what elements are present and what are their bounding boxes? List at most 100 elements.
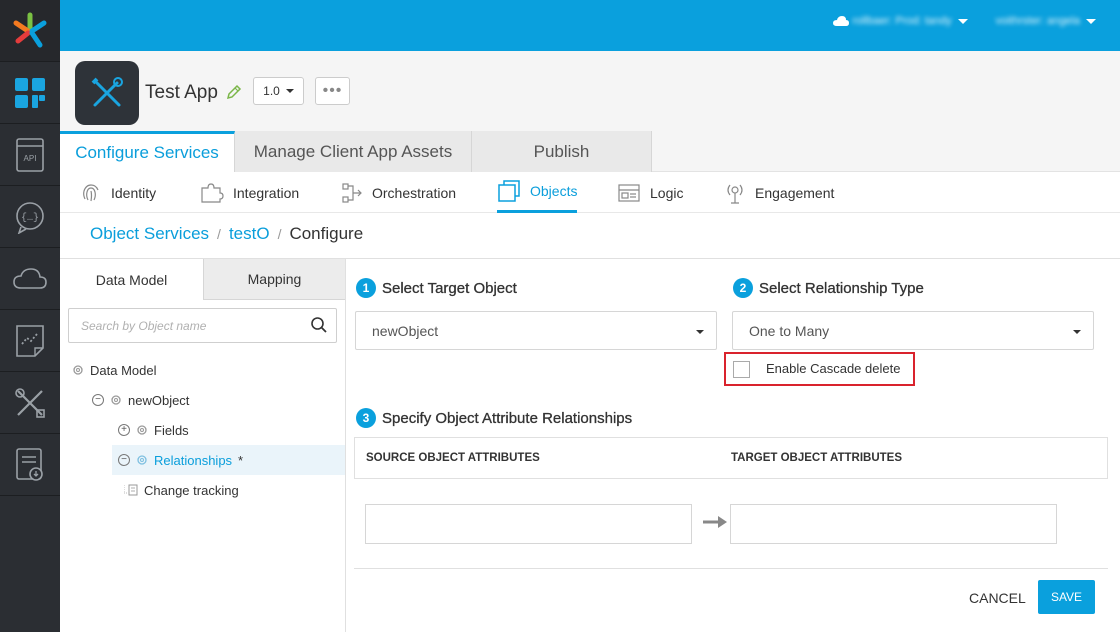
target-attributes-header: TARGET OBJECT ATTRIBUTES xyxy=(731,452,903,464)
subtab-integration[interactable]: Integration xyxy=(200,172,299,213)
step-label: Select Relationship Type xyxy=(759,279,924,297)
tab-manage-client-app-assets[interactable]: Manage Client App Assets xyxy=(235,131,472,172)
cloud-small-icon xyxy=(832,15,849,26)
subtab-logic[interactable]: Logic xyxy=(617,172,683,213)
breadcrumb: Object Services / testO / Configure xyxy=(90,224,363,244)
tree-relationships[interactable]: − Relationships * xyxy=(112,445,345,475)
gear-icon xyxy=(111,395,121,405)
target-attribute-field[interactable] xyxy=(730,504,1057,544)
main-tabs: Configure Services Manage Client App Ass… xyxy=(60,131,1120,172)
tree-label: Data Model xyxy=(90,362,157,378)
chevron-down-icon xyxy=(696,330,704,334)
tab-data-model[interactable]: Data Model xyxy=(60,259,203,300)
tab-label: Data Model xyxy=(95,271,168,288)
tools-icon xyxy=(15,387,45,418)
unsaved-marker: * xyxy=(238,452,244,468)
subtab-label: Orchestration xyxy=(372,184,457,201)
service-subtabs: Identity Integration Orchestration Objec… xyxy=(60,172,1120,213)
dashboard-icon xyxy=(15,77,45,108)
rail-analytics[interactable] xyxy=(0,310,60,372)
data-model-panel: Data Model Mapping Data Model − newObjec… xyxy=(60,258,346,632)
api-icon: API xyxy=(16,137,44,172)
rail-integration[interactable]: {…} xyxy=(0,186,60,248)
account-menu[interactable]: rollbaer: Prod: tandy xyxy=(832,15,968,27)
breadcrumb-service[interactable]: testO xyxy=(229,224,270,244)
subtab-label: Logic xyxy=(650,184,684,201)
subtab-identity[interactable]: Identity xyxy=(80,172,156,213)
top-bar: rollbaer: Prod: tandy voithrster: angela xyxy=(60,0,1120,51)
user-menu[interactable]: voithrster: angela xyxy=(996,15,1096,27)
cancel-button[interactable]: CANCEL xyxy=(962,585,1033,611)
user-name: voithrster: angela xyxy=(995,15,1080,27)
tree-data-model[interactable]: Data Model xyxy=(72,355,156,385)
fingerprint-icon xyxy=(83,183,99,201)
report-icon xyxy=(16,447,43,481)
save-button[interactable]: SAVE xyxy=(1038,580,1095,614)
subtab-objects[interactable]: Objects xyxy=(497,172,578,213)
collapse-icon[interactable]: − xyxy=(92,394,104,406)
breadcrumb-current: Configure xyxy=(289,224,364,243)
app-header: Test App 1.0 ••• xyxy=(60,51,1120,131)
tab-configure-services[interactable]: Configure Services xyxy=(60,131,235,172)
step-number: 1 xyxy=(356,278,376,298)
orchestration-icon xyxy=(342,182,362,203)
app-icon xyxy=(75,61,139,125)
tree-newobject[interactable]: − newObject xyxy=(92,385,189,415)
step-number: 3 xyxy=(356,408,376,428)
puzzle-icon xyxy=(201,182,224,203)
left-rail: API {…} xyxy=(0,0,60,632)
svg-text:{…}: {…} xyxy=(21,212,39,224)
target-object-select[interactable]: newObject xyxy=(355,311,717,350)
rail-cloud[interactable] xyxy=(0,248,60,310)
tab-label: Configure Services xyxy=(75,143,219,162)
breadcrumb-object-services[interactable]: Object Services xyxy=(90,224,209,244)
account-name: rollbaer: Prod: tandy xyxy=(852,15,952,27)
cascade-delete-checkbox[interactable] xyxy=(733,361,750,378)
step-label: Select Target Object xyxy=(382,279,517,297)
chevron-down-icon xyxy=(285,89,294,93)
subtab-label: Integration xyxy=(233,184,300,201)
step-select-target-object: 1 Select Target Object xyxy=(356,278,517,298)
relationship-config-panel: 1 Select Target Object newObject 2 Selec… xyxy=(346,258,1120,632)
subtab-label: Engagement xyxy=(755,184,835,201)
collapse-icon[interactable]: − xyxy=(118,454,130,466)
object-search xyxy=(68,308,337,343)
more-options-button[interactable]: ••• xyxy=(315,77,350,105)
app-logo[interactable] xyxy=(0,0,60,62)
tab-mapping[interactable]: Mapping xyxy=(203,259,345,300)
cloud-icon xyxy=(13,267,47,289)
expand-icon[interactable]: + xyxy=(118,424,130,436)
cascade-delete-label[interactable]: Enable Cascade delete xyxy=(766,361,900,376)
tab-label: Publish xyxy=(533,141,590,161)
version-dropdown[interactable]: 1.0 xyxy=(253,77,304,105)
select-value: newObject xyxy=(372,322,439,339)
arrow-right-icon xyxy=(703,516,727,528)
relationship-type-select[interactable]: One to Many xyxy=(732,311,1094,350)
tree-fields[interactable]: + Fields xyxy=(118,415,189,445)
rail-reports[interactable] xyxy=(0,434,60,496)
attribute-table-header: SOURCE OBJECT ATTRIBUTES TARGET OBJECT A… xyxy=(354,437,1108,479)
app-title: Test App xyxy=(145,82,218,103)
tab-publish[interactable]: Publish xyxy=(472,131,652,172)
source-attribute-field[interactable] xyxy=(365,504,692,544)
search-icon[interactable] xyxy=(310,316,328,334)
subtab-label: Identity xyxy=(111,184,157,201)
subtab-label: Objects xyxy=(530,183,578,199)
tree-change-tracking[interactable]: Change tracking xyxy=(124,475,239,505)
rail-tools[interactable] xyxy=(0,372,60,434)
pencil-icon[interactable] xyxy=(226,84,242,100)
tree-label: Change tracking xyxy=(144,482,239,498)
rail-dashboard[interactable] xyxy=(0,62,60,124)
step-specify-attribute-relationships: 3 Specify Object Attribute Relationships xyxy=(356,408,632,428)
search-input[interactable] xyxy=(69,309,289,342)
kony-logo-icon xyxy=(13,12,47,47)
subtab-orchestration[interactable]: Orchestration xyxy=(341,172,456,213)
subtab-engagement[interactable]: Engagement xyxy=(724,172,834,213)
gear-icon xyxy=(137,425,147,435)
step-select-relationship-type: 2 Select Relationship Type xyxy=(733,278,924,298)
analytics-icon xyxy=(16,324,44,357)
save-label: SAVE xyxy=(1050,590,1083,604)
objects-icon xyxy=(498,180,520,202)
rail-api[interactable]: API xyxy=(0,124,60,186)
chevron-down-icon xyxy=(1086,18,1096,24)
